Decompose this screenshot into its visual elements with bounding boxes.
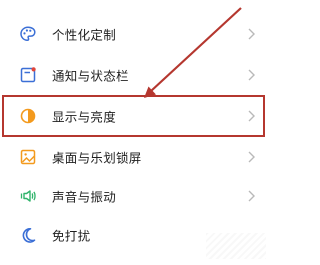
settings-item-label: 通知与状态栏	[52, 68, 129, 84]
chevron-right-icon	[246, 27, 256, 41]
settings-item-display-brightness[interactable]: 显示与亮度	[0, 96, 270, 136]
brightness-icon	[19, 107, 37, 125]
palette-icon	[19, 25, 37, 43]
settings-list: 个性化定制 通知与状态栏 显示与亮度 桌面与乐划锁屏 声音与振动 免打扰	[0, 0, 270, 265]
settings-item-label: 免打扰	[52, 228, 91, 244]
settings-item-home-lockscreen[interactable]: 桌面与乐划锁屏	[0, 137, 270, 177]
chevron-right-icon	[246, 189, 256, 203]
chevron-right-icon	[246, 150, 256, 164]
moon-icon	[19, 226, 37, 244]
settings-item-sound-vibration[interactable]: 声音与振动	[0, 176, 270, 216]
settings-item-label: 显示与亮度	[52, 109, 117, 125]
notification-panel-icon	[19, 66, 37, 84]
chevron-right-icon	[246, 68, 256, 82]
watermark	[206, 233, 266, 259]
speaker-vibration-icon	[19, 187, 37, 205]
settings-item-label: 声音与振动	[52, 189, 117, 205]
settings-item-personalization[interactable]: 个性化定制	[0, 14, 270, 54]
settings-item-notifications[interactable]: 通知与状态栏	[0, 55, 270, 95]
chevron-right-icon	[246, 109, 256, 123]
wallpaper-icon	[19, 148, 37, 166]
settings-item-label: 个性化定制	[52, 27, 117, 43]
settings-item-label: 桌面与乐划锁屏	[52, 150, 142, 166]
